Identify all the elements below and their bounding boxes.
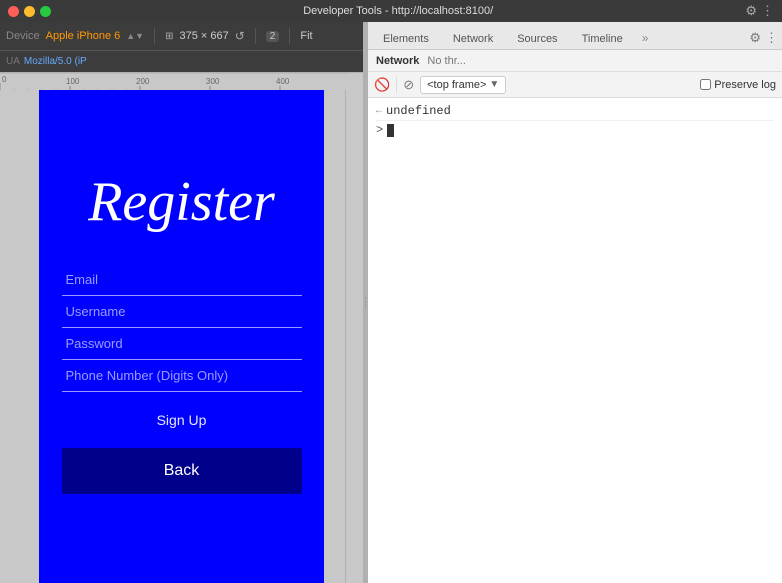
svg-text:300: 300 bbox=[206, 77, 220, 86]
browser-emulator-panel: Device Apple iPhone 6 ▲▼ ⊞ 375 × 667 ↺ 2… bbox=[0, 22, 363, 583]
more-tabs-icon[interactable]: » bbox=[636, 27, 655, 49]
console-undefined-text: undefined bbox=[386, 104, 451, 118]
devtools-more-icon[interactable]: ⋮ bbox=[765, 30, 778, 46]
device-name: Apple iPhone 6 bbox=[46, 30, 121, 42]
svg-text:100: 100 bbox=[66, 77, 80, 86]
traffic-lights[interactable] bbox=[8, 6, 51, 17]
network-sub-toolbar: Network No thr... bbox=[368, 50, 782, 72]
preserve-log-checkbox[interactable] bbox=[700, 79, 711, 90]
phone-screen: Register Sign Up Back bbox=[39, 90, 324, 583]
ua-value: Mozilla/5.0 (iP bbox=[24, 56, 87, 67]
frame-selector[interactable]: <top frame> ▼ bbox=[420, 76, 506, 94]
maximize-button[interactable] bbox=[40, 6, 51, 17]
window-title: Developer Tools - http://localhost:8100/ bbox=[55, 5, 741, 17]
network-tab-label[interactable]: Network bbox=[376, 55, 419, 67]
zoom-value: Fit bbox=[300, 30, 312, 42]
password-input[interactable] bbox=[62, 328, 302, 360]
ruler-horizontal: 0 100 200 300 400 bbox=[0, 72, 363, 90]
ua-label: UA bbox=[6, 56, 20, 67]
ruler-vertical bbox=[345, 90, 363, 583]
resize-icon: ⊞ bbox=[165, 31, 173, 42]
toolbar-separator-2 bbox=[255, 28, 256, 44]
form-fields bbox=[62, 264, 302, 392]
toolbar-separator-1 bbox=[154, 28, 155, 44]
frame-dropdown-arrow: ▼ bbox=[489, 79, 499, 90]
filter-icon[interactable]: ⊘ bbox=[403, 77, 414, 93]
settings-icon[interactable]: ⚙ bbox=[745, 3, 757, 19]
os-title-bar: Developer Tools - http://localhost:8100/… bbox=[0, 0, 782, 22]
frame-label: <top frame> bbox=[427, 79, 486, 91]
console-line-1: ← undefined bbox=[376, 102, 774, 121]
console-output: ← undefined > bbox=[368, 98, 782, 583]
devtools-panel: Elements Network Sources Timeline » ⚙ ⋮ … bbox=[368, 22, 782, 583]
toolbar-separator-3 bbox=[289, 28, 290, 44]
throttle-label: No thr... bbox=[427, 55, 466, 67]
console-toolbar: 🚫 ⊘ <top frame> ▼ Preserve log bbox=[368, 72, 782, 98]
back-button[interactable]: Back bbox=[62, 448, 302, 494]
preserve-log-label[interactable]: Preserve log bbox=[700, 79, 776, 91]
preserve-log-text: Preserve log bbox=[714, 79, 776, 91]
device-toolbar: Device Apple iPhone 6 ▲▼ ⊞ 375 × 667 ↺ 2… bbox=[0, 22, 363, 50]
main-area: Device Apple iPhone 6 ▲▼ ⊞ 375 × 667 ↺ 2… bbox=[0, 22, 782, 583]
register-title: Register bbox=[88, 170, 275, 234]
tab-network[interactable]: Network bbox=[442, 28, 504, 49]
minimize-button[interactable] bbox=[24, 6, 35, 17]
close-button[interactable] bbox=[8, 6, 19, 17]
devtools-settings-icon[interactable]: ⚙ bbox=[749, 30, 761, 46]
screen-badge: 2 bbox=[266, 31, 280, 42]
console-input-line[interactable]: > bbox=[376, 121, 774, 139]
phone-input[interactable] bbox=[62, 360, 302, 392]
device-dropdown-arrow[interactable]: ▲▼ bbox=[126, 31, 144, 41]
console-prompt: > bbox=[376, 123, 383, 137]
sign-up-link[interactable]: Sign Up bbox=[157, 412, 207, 428]
dimension-value: 375 × 667 bbox=[179, 30, 228, 42]
username-input[interactable] bbox=[62, 296, 302, 328]
more-icon[interactable]: ⋮ bbox=[761, 3, 774, 19]
phone-preview-area: Register Sign Up Back bbox=[0, 90, 363, 583]
email-input[interactable] bbox=[62, 264, 302, 296]
console-left-arrow: ← bbox=[376, 106, 382, 117]
svg-text:400: 400 bbox=[276, 77, 290, 86]
tab-sources[interactable]: Sources bbox=[506, 28, 568, 49]
ua-bar: UA Mozilla/5.0 (iP bbox=[0, 50, 363, 72]
rotate-icon[interactable]: ↺ bbox=[235, 29, 245, 43]
toolbar-sep bbox=[396, 77, 397, 93]
tab-timeline[interactable]: Timeline bbox=[571, 28, 634, 49]
tab-elements[interactable]: Elements bbox=[372, 28, 440, 49]
svg-text:200: 200 bbox=[136, 77, 150, 86]
clear-console-icon[interactable]: 🚫 bbox=[374, 77, 390, 93]
device-label: Device bbox=[6, 30, 40, 42]
devtools-tab-bar: Elements Network Sources Timeline » ⚙ ⋮ bbox=[368, 22, 782, 50]
console-cursor bbox=[387, 124, 394, 137]
svg-text:0: 0 bbox=[2, 75, 7, 84]
